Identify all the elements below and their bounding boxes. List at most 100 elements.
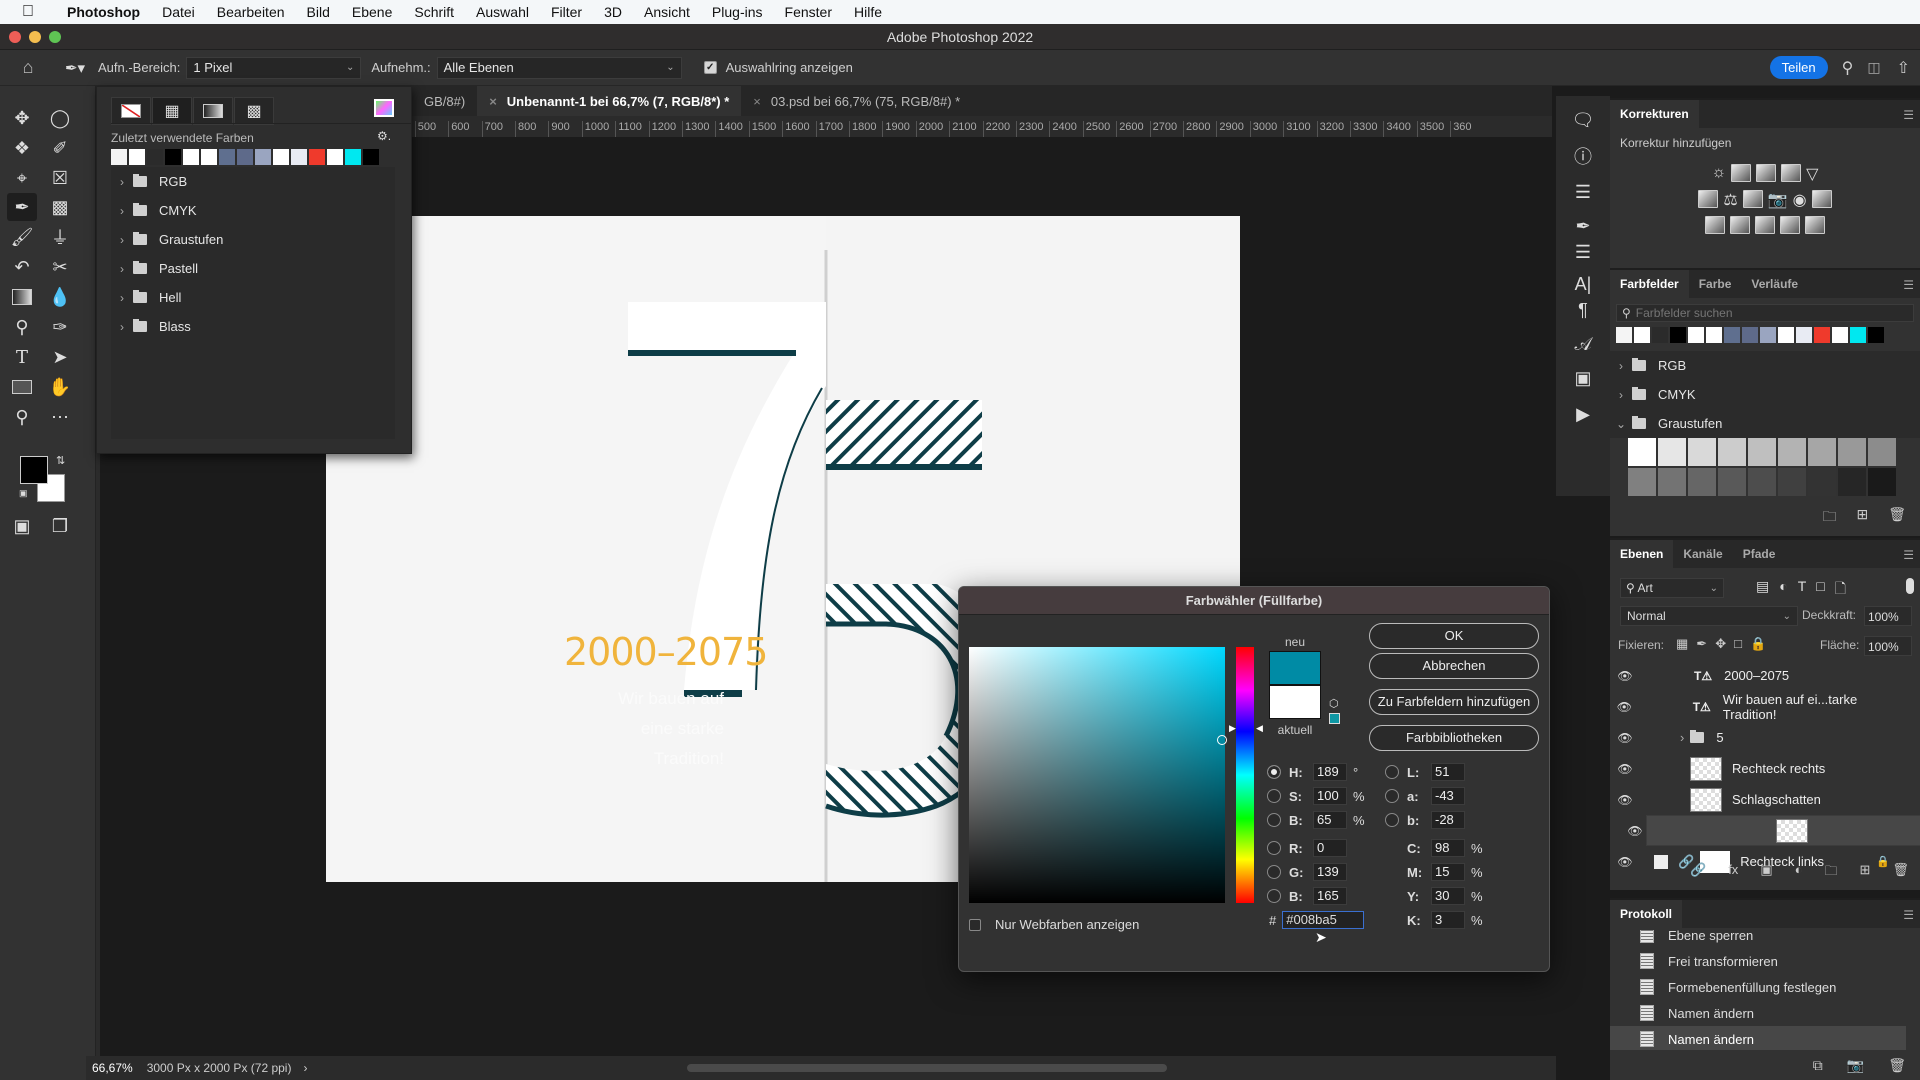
selective-color-icon[interactable]: [1780, 216, 1800, 234]
tab-farbfelder[interactable]: Farbfelder: [1610, 270, 1689, 298]
menu-ebene[interactable]: Ebene: [341, 4, 403, 20]
radio-brightness[interactable]: [1267, 813, 1281, 827]
swatch[interactable]: [1778, 327, 1794, 343]
blur-tool-icon[interactable]: 💧: [45, 283, 75, 311]
input-lab-b[interactable]: -28: [1431, 811, 1465, 829]
rectangle-tool-icon[interactable]: [7, 373, 37, 401]
link-layers-icon[interactable]: 🔗: [1690, 862, 1706, 884]
input-magenta[interactable]: 15: [1431, 863, 1465, 881]
recent-color-swatch[interactable]: [309, 149, 325, 165]
share-export-icon[interactable]: ⇧: [1897, 58, 1910, 78]
comment-icon[interactable]: 🗨: [1556, 100, 1610, 140]
adjustment-layer-icon[interactable]: ◐: [1795, 862, 1803, 884]
tab-korrekturen[interactable]: Korrekturen: [1610, 100, 1699, 128]
saturation-brightness-field[interactable]: [969, 647, 1227, 903]
color-balance-icon[interactable]: ⚖: [1723, 190, 1737, 210]
brush-tool-icon[interactable]: 🖌: [7, 223, 37, 251]
menu-auswahl[interactable]: Auswahl: [465, 4, 540, 20]
gray-swatch[interactable]: [1838, 468, 1866, 496]
fill-input[interactable]: 100%: [1864, 636, 1912, 656]
lock-artboard-icon[interactable]: □: [1734, 636, 1742, 652]
gray-swatch[interactable]: [1838, 438, 1866, 466]
swatch[interactable]: [1634, 327, 1650, 343]
eyedropper-preset-icon[interactable]: ✒▾: [56, 59, 94, 77]
chevron-right-icon[interactable]: ›: [111, 233, 133, 247]
panel-menu-icon[interactable]: ☰: [1903, 908, 1914, 922]
layer-row[interactable]: 👁 › 5: [1610, 722, 1906, 753]
threshold-icon[interactable]: [1755, 216, 1775, 234]
dodge-tool-icon[interactable]: ⚲: [7, 313, 37, 341]
lock-transparency-icon[interactable]: ▦: [1676, 636, 1688, 652]
menu-hilfe[interactable]: Hilfe: [843, 4, 893, 20]
web-safe-color-swatch[interactable]: [1329, 713, 1340, 724]
recent-color-swatch[interactable]: [219, 149, 235, 165]
gradient-button[interactable]: [193, 97, 233, 125]
add-to-swatches-button[interactable]: Zu Farbfeldern hinzufügen: [1369, 689, 1539, 715]
tab-ebenen[interactable]: Ebenen: [1610, 540, 1674, 568]
swatch-group[interactable]: › CMYK: [1610, 380, 1920, 409]
lock-all-icon[interactable]: 🔒: [1750, 636, 1766, 652]
color-lookup-icon[interactable]: [1811, 190, 1832, 208]
tab-protokoll[interactable]: Protokoll: [1610, 900, 1683, 928]
hue-slider-handle-left[interactable]: ▶: [1229, 723, 1236, 734]
new-document-from-state-icon[interactable]: ⧉: [1813, 1057, 1823, 1074]
vibrance-icon[interactable]: ▽: [1806, 164, 1818, 184]
swatch[interactable]: [1652, 327, 1668, 343]
radio-red[interactable]: [1267, 841, 1281, 855]
visibility-eye-icon[interactable]: 👁: [1610, 669, 1640, 683]
new-group-icon[interactable]: 🗀: [1824, 862, 1837, 884]
snapshot-camera-icon[interactable]: 📷: [1847, 1057, 1864, 1074]
menu-ansicht[interactable]: Ansicht: [633, 4, 701, 20]
swatch-search-input[interactable]: [1635, 306, 1896, 320]
close-tab-icon[interactable]: ×: [489, 94, 497, 109]
gray-swatch[interactable]: [1778, 438, 1806, 466]
solid-color-button[interactable]: ▦: [152, 97, 192, 125]
doc-tab-active[interactable]: × Unbenannt-1 bei 66,7% (7, RGB/8*) *: [477, 86, 742, 116]
swatch[interactable]: [1868, 327, 1884, 343]
filter-toggle[interactable]: [1906, 578, 1914, 594]
sample-layers-select[interactable]: Alle Ebenen ⌄: [436, 56, 682, 79]
healing-brush-tool-icon[interactable]: ▩: [45, 193, 75, 221]
close-window-button[interactable]: [9, 31, 21, 43]
swatch[interactable]: [1706, 327, 1722, 343]
chevron-right-icon[interactable]: ›: [1680, 730, 1684, 745]
radio-lab-b[interactable]: [1385, 813, 1399, 827]
search-icon[interactable]: ⚲: [1842, 58, 1854, 78]
radio-saturation[interactable]: [1267, 789, 1281, 803]
recent-color-swatch[interactable]: [147, 149, 163, 165]
recent-color-swatch[interactable]: [345, 149, 361, 165]
doc-tab[interactable]: × 03.psd bei 66,7% (75, RGB/8#) *: [741, 86, 972, 116]
no-color-button[interactable]: [111, 97, 151, 125]
foreground-color-swatch-front[interactable]: [20, 456, 48, 484]
lock-position-icon[interactable]: ✥: [1715, 636, 1726, 652]
new-swatch-icon[interactable]: ⊞: [1856, 506, 1868, 530]
gray-swatch[interactable]: [1688, 468, 1716, 496]
photo-filter-icon[interactable]: 📷: [1768, 190, 1788, 210]
web-colors-checkbox[interactable]: [969, 918, 981, 931]
swatch-folder[interactable]: › Graustufen: [111, 225, 395, 254]
panel-menu-icon[interactable]: ☰: [1903, 278, 1914, 292]
tab-farbe[interactable]: Farbe: [1689, 270, 1742, 298]
gradient-map-icon[interactable]: [1805, 216, 1825, 234]
swatch[interactable]: [1616, 327, 1632, 343]
show-ring-checkbox[interactable]: ✓: [703, 61, 717, 74]
menu-photoshop[interactable]: Photoshop: [56, 4, 151, 20]
layer-row[interactable]: 👁 Schlagschatten: [1610, 784, 1906, 815]
visibility-eye-icon[interactable]: 👁: [1610, 700, 1639, 714]
eraser-tool-icon[interactable]: ✂: [45, 253, 75, 281]
radio-hue[interactable]: [1267, 765, 1281, 779]
gray-swatch[interactable]: [1748, 468, 1776, 496]
channel-mixer-icon[interactable]: ◉: [1793, 190, 1807, 210]
hue-slider[interactable]: [1236, 647, 1254, 903]
current-color-preview[interactable]: [1269, 685, 1321, 719]
swatch-folder[interactable]: › RGB: [111, 167, 395, 196]
chevron-right-icon[interactable]: ›: [1610, 388, 1632, 402]
recent-color-swatch[interactable]: [363, 149, 379, 165]
recent-color-swatch[interactable]: [237, 149, 253, 165]
visibility-eye-icon[interactable]: 👁: [1617, 824, 1653, 838]
gray-swatch[interactable]: [1808, 468, 1836, 496]
quick-mask-icon[interactable]: ▣: [7, 512, 37, 540]
delete-swatch-icon[interactable]: 🗑: [1888, 506, 1906, 530]
chevron-right-icon[interactable]: ›: [303, 1061, 307, 1075]
clone-stamp-tool-icon[interactable]: ⏚: [45, 223, 75, 251]
